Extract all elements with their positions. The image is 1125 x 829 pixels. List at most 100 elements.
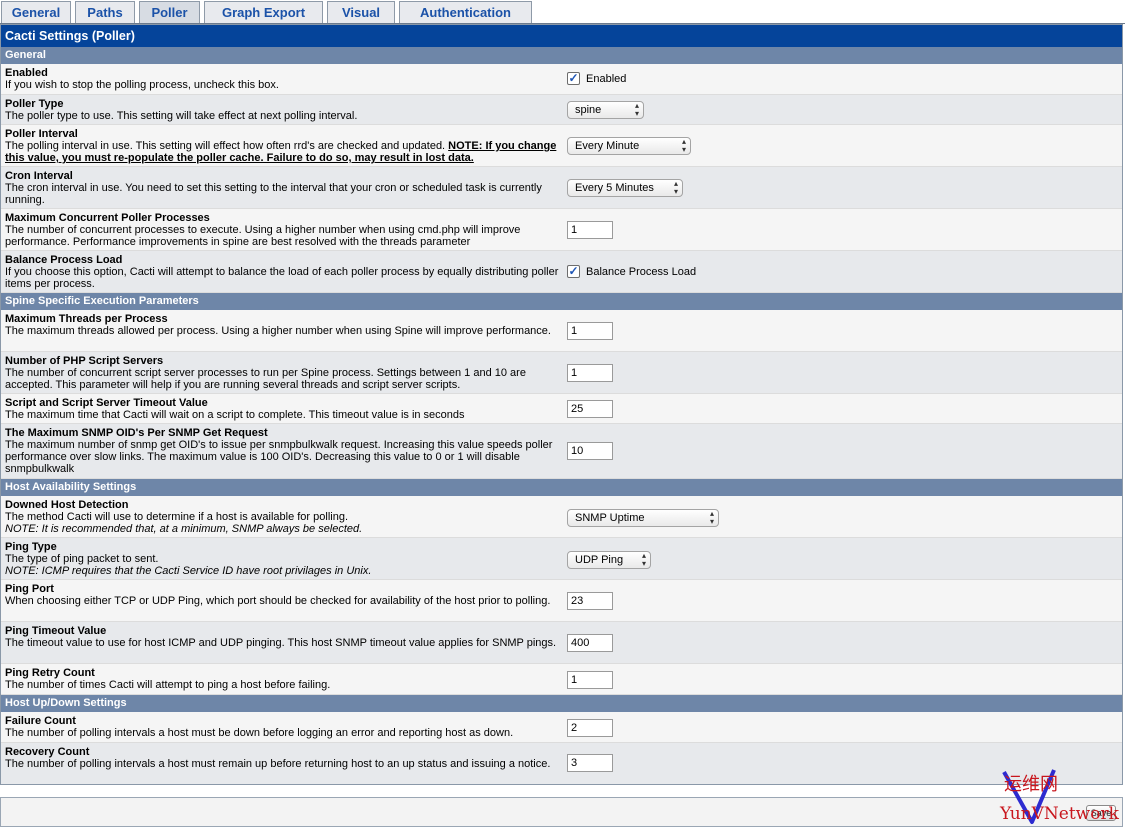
setting-name: Ping Timeout Value xyxy=(5,625,107,637)
section-general: General xyxy=(1,47,1122,64)
setting-desc: The number of times Cacti will attempt t… xyxy=(5,679,331,691)
setting-name: Ping Port xyxy=(5,583,54,595)
tab-authentication[interactable]: Authentication xyxy=(399,1,532,23)
setting-name: Maximum Concurrent Poller Processes xyxy=(5,212,210,224)
setting-desc: If you choose this option, Cacti will at… xyxy=(5,266,559,290)
ping-type-select[interactable]: UDP Ping ▴ ▾ xyxy=(567,551,651,569)
watermark-logo: 运维网 YunVNetwork xyxy=(999,769,1120,824)
row-cron-interval: Cron Interval The cron interval in use. … xyxy=(1,167,1122,209)
tab-visual[interactable]: Visual xyxy=(327,1,395,23)
setting-desc: The maximum threads allowed per process.… xyxy=(5,325,551,337)
select-value: spine xyxy=(575,104,602,116)
setting-name: Script and Script Server Timeout Value xyxy=(5,397,208,409)
tab-graph-export[interactable]: Graph Export xyxy=(204,1,323,23)
setting-desc: The maximum time that Cacti will wait on… xyxy=(5,409,465,421)
row-ping-port: Ping Port When choosing either TCP or UD… xyxy=(1,580,1122,622)
downed-detection-select[interactable]: SNMP Uptime ▴ ▾ xyxy=(567,509,719,527)
row-max-oids: The Maximum SNMP OID's Per SNMP Get Requ… xyxy=(1,424,1122,479)
row-failure-count: Failure Count The number of polling inte… xyxy=(1,712,1122,743)
select-value: UDP Ping xyxy=(575,554,624,566)
setting-name: Enabled xyxy=(5,67,48,79)
poller-interval-select[interactable]: Every Minute ▴ ▾ xyxy=(567,137,691,155)
tab-bar: General Paths Poller Graph Export Visual… xyxy=(0,0,1125,25)
updown-arrows-icon: ▴ ▾ xyxy=(681,137,686,154)
setting-desc: The number of concurrent script server p… xyxy=(5,367,526,391)
select-value: Every Minute xyxy=(575,140,640,152)
setting-name: Recovery Count xyxy=(5,746,90,758)
php-servers-input[interactable] xyxy=(567,364,613,382)
setting-note: NOTE: It is recommended that, at a minim… xyxy=(5,523,363,535)
recovery-count-input[interactable] xyxy=(567,754,613,772)
setting-name: Balance Process Load xyxy=(5,254,123,266)
setting-name: Cron Interval xyxy=(5,170,73,182)
select-value: SNMP Uptime xyxy=(575,512,645,524)
setting-name: Ping Retry Count xyxy=(5,667,95,679)
setting-name: Poller Interval xyxy=(5,128,78,140)
setting-name: Downed Host Detection xyxy=(5,499,129,511)
setting-desc: The number of concurrent processes to ex… xyxy=(5,224,521,248)
tab-poller[interactable]: Poller xyxy=(139,1,200,23)
setting-desc: The cron interval in use. You need to se… xyxy=(5,182,542,206)
cron-interval-select[interactable]: Every 5 Minutes ▴ ▾ xyxy=(567,179,683,197)
ping-port-input[interactable] xyxy=(567,592,613,610)
checkmark-icon[interactable]: ✓ xyxy=(567,72,580,85)
updown-arrows-icon: ▴ ▾ xyxy=(673,179,678,196)
setting-desc: The polling interval in use. This settin… xyxy=(5,140,449,152)
setting-desc: The poller type to use. This setting wil… xyxy=(5,110,358,122)
setting-note: NOTE: ICMP requires that the Cacti Servi… xyxy=(5,565,372,577)
row-balance-load: Balance Process Load If you choose this … xyxy=(1,251,1122,293)
watermark-en: YunVNetwork xyxy=(999,804,1120,824)
section-host-availability: Host Availability Settings xyxy=(1,479,1122,496)
balance-load-checkbox[interactable]: ✓ Balance Process Load xyxy=(567,265,696,278)
setting-desc: The number of polling intervals a host m… xyxy=(5,758,551,770)
row-script-timeout: Script and Script Server Timeout Value T… xyxy=(1,394,1122,424)
setting-desc: If you wish to stop the polling process,… xyxy=(5,79,279,91)
setting-name: Maximum Threads per Process xyxy=(5,313,168,325)
action-bar: Save xyxy=(0,797,1123,827)
checkbox-label: Enabled xyxy=(586,72,627,85)
row-php-servers: Number of PHP Script Servers The number … xyxy=(1,352,1122,394)
tab-general[interactable]: General xyxy=(1,1,71,23)
setting-name: Failure Count xyxy=(5,715,76,727)
max-processes-input[interactable] xyxy=(567,221,613,239)
row-ping-type: Ping Type The type of ping packet to sen… xyxy=(1,538,1122,580)
poller-type-select[interactable]: spine ▴ ▾ xyxy=(567,101,644,119)
setting-name: Poller Type xyxy=(5,98,64,110)
updown-arrows-icon: ▴ ▾ xyxy=(634,101,639,118)
setting-desc: The timeout value to use for host ICMP a… xyxy=(5,637,557,649)
row-downed-detection: Downed Host Detection The method Cacti w… xyxy=(1,496,1122,538)
row-poller-interval: Poller Interval The polling interval in … xyxy=(1,125,1122,167)
setting-desc: The type of ping packet to sent. xyxy=(5,553,159,565)
script-timeout-input[interactable] xyxy=(567,400,613,418)
select-value: Every 5 Minutes xyxy=(575,182,654,194)
max-threads-input[interactable] xyxy=(567,322,613,340)
setting-desc: The method Cacti will use to determine i… xyxy=(5,511,349,523)
setting-name: Number of PHP Script Servers xyxy=(5,355,164,367)
row-poller-type: Poller Type The poller type to use. This… xyxy=(1,95,1122,125)
tab-paths[interactable]: Paths xyxy=(75,1,135,23)
row-max-processes: Maximum Concurrent Poller Processes The … xyxy=(1,209,1122,251)
section-spine: Spine Specific Execution Parameters xyxy=(1,293,1122,310)
page-title: Cacti Settings (Poller) xyxy=(1,25,1122,47)
row-ping-retry: Ping Retry Count The number of times Cac… xyxy=(1,664,1122,695)
checkmark-icon[interactable]: ✓ xyxy=(567,265,580,278)
setting-name: Ping Type xyxy=(5,541,57,553)
failure-count-input[interactable] xyxy=(567,719,613,737)
ping-retry-input[interactable] xyxy=(567,671,613,689)
ping-timeout-input[interactable] xyxy=(567,634,613,652)
watermark-cn: 运维网 xyxy=(1004,774,1058,795)
max-oids-input[interactable] xyxy=(567,442,613,460)
setting-name: The Maximum SNMP OID's Per SNMP Get Requ… xyxy=(5,427,268,439)
updown-arrows-icon: ▴ ▾ xyxy=(709,509,714,526)
enabled-checkbox[interactable]: ✓ Enabled xyxy=(567,72,626,85)
setting-desc: The number of polling intervals a host m… xyxy=(5,727,514,739)
row-max-threads: Maximum Threads per Process The maximum … xyxy=(1,310,1122,352)
row-recovery-count: Recovery Count The number of polling int… xyxy=(1,743,1122,784)
row-ping-timeout: Ping Timeout Value The timeout value to … xyxy=(1,622,1122,664)
updown-arrows-icon: ▴ ▾ xyxy=(641,551,646,568)
checkbox-label: Balance Process Load xyxy=(586,265,697,278)
row-enabled: Enabled If you wish to stop the polling … xyxy=(1,64,1122,95)
settings-panel: Cacti Settings (Poller) General Enabled … xyxy=(0,24,1123,785)
setting-desc: When choosing either TCP or UDP Ping, wh… xyxy=(5,595,551,607)
section-host-updown: Host Up/Down Settings xyxy=(1,695,1122,712)
